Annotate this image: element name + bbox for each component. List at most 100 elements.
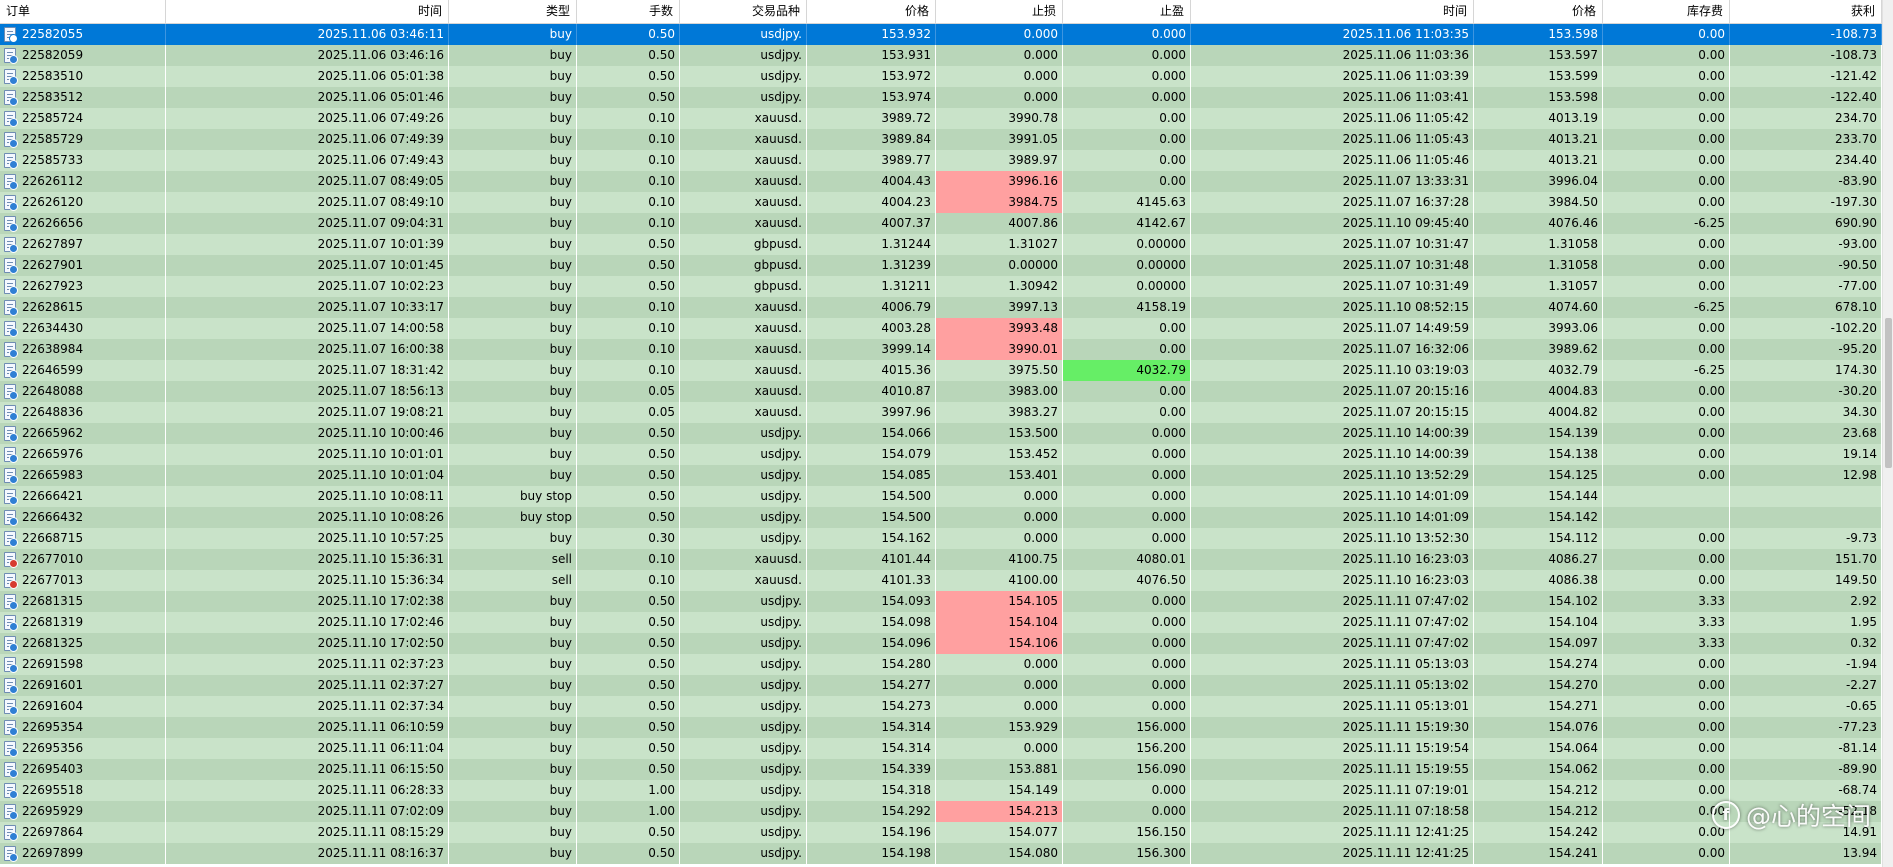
- cell-volume: 0.50: [577, 633, 680, 654]
- column-header-stop-loss[interactable]: 止损: [936, 0, 1063, 24]
- table-row[interactable]: 22626656 2025.11.07 09:04:31 buy 0.10 xauusd…: [0, 213, 1882, 234]
- table-row[interactable]: 22648836 2025.11.07 19:08:21 buy 0.05 xauusd…: [0, 402, 1882, 423]
- table-row[interactable]: 22665983 2025.11.10 10:01:04 buy 0.50 usdjpy…: [0, 465, 1882, 486]
- cell-symbol: usdjpy.: [680, 507, 807, 528]
- buy-order-icon: [4, 720, 18, 736]
- cell-stop-loss: 3983.27: [936, 402, 1063, 423]
- cell-take-profit: 0.000: [1063, 444, 1191, 465]
- table-row[interactable]: 22681325 2025.11.10 17:02:50 buy 0.50 usdjpy…: [0, 633, 1882, 654]
- cell-open-price: 154.277: [807, 675, 936, 696]
- table-row[interactable]: 22677010 2025.11.10 15:36:31 sell 0.10 xauus…: [0, 549, 1882, 570]
- order-number: 22646599: [22, 363, 84, 377]
- table-row[interactable]: 22695354 2025.11.11 06:10:59 buy 0.50 usdjpy…: [0, 717, 1882, 738]
- cell-volume: 0.50: [577, 843, 680, 864]
- cell-swap: 0.00: [1603, 150, 1730, 171]
- table-row[interactable]: 22695356 2025.11.11 06:11:04 buy 0.50 usdjpy…: [0, 738, 1882, 759]
- cell-type: buy: [449, 591, 577, 612]
- column-header-symbol[interactable]: 交易品种: [680, 0, 807, 24]
- column-header-swap[interactable]: 库存费: [1603, 0, 1730, 24]
- table-row[interactable]: 22665962 2025.11.10 10:00:46 buy 0.50 usdjpy…: [0, 423, 1882, 444]
- table-row[interactable]: 22697864 2025.11.11 08:15:29 buy 0.50 usdjpy…: [0, 822, 1882, 843]
- cell-take-profit: 0.000: [1063, 66, 1191, 87]
- table-row[interactable]: 22681315 2025.11.10 17:02:38 buy 0.50 usdjpy…: [0, 591, 1882, 612]
- cell-close-time: 2025.11.10 08:52:15: [1191, 297, 1474, 318]
- cell-close-time: 2025.11.07 13:33:31: [1191, 171, 1474, 192]
- buy-order-icon: [4, 426, 18, 442]
- cell-take-profit: 0.000: [1063, 654, 1191, 675]
- table-row[interactable]: 22648088 2025.11.07 18:56:13 buy 0.05 xauusd…: [0, 381, 1882, 402]
- cell-profit: -121.42: [1730, 66, 1882, 87]
- column-header-open-time[interactable]: 时间: [166, 0, 449, 24]
- cell-stop-loss: 154.106: [936, 633, 1063, 654]
- cell-open-time: 2025.11.07 10:01:39: [166, 234, 449, 255]
- cell-close-time: 2025.11.10 09:45:40: [1191, 213, 1474, 234]
- table-row[interactable]: 22665976 2025.11.10 10:01:01 buy 0.50 usdjpy…: [0, 444, 1882, 465]
- table-row[interactable]: 22666421 2025.11.10 10:08:11 buy stop 0.50 u…: [0, 486, 1882, 507]
- table-row[interactable]: 22634430 2025.11.07 14:00:58 buy 0.10 xauusd…: [0, 318, 1882, 339]
- cell-profit: -102.20: [1730, 318, 1882, 339]
- column-header-type[interactable]: 类型: [449, 0, 577, 24]
- column-header-volume[interactable]: 手数: [577, 0, 680, 24]
- table-row[interactable]: 22695518 2025.11.11 06:28:33 buy 1.00 usdjpy…: [0, 780, 1882, 801]
- table-row[interactable]: 22627923 2025.11.07 10:02:23 buy 0.50 gbpusd…: [0, 276, 1882, 297]
- cell-volume: 0.10: [577, 192, 680, 213]
- cell-profit: 690.90: [1730, 213, 1882, 234]
- column-header-take-profit[interactable]: 止盈: [1063, 0, 1191, 24]
- cell-close-price: 154.241: [1474, 843, 1603, 864]
- table-row[interactable]: 22585724 2025.11.06 07:49:26 buy 0.10 xauusd…: [0, 108, 1882, 129]
- table-row[interactable]: 22695929 2025.11.11 07:02:09 buy 1.00 usdjpy…: [0, 801, 1882, 822]
- cell-volume: 0.05: [577, 402, 680, 423]
- cell-close-time: 2025.11.07 16:32:06: [1191, 339, 1474, 360]
- table-row[interactable]: 22582055 2025.11.06 03:46:11 buy 0.50 usdjpy…: [0, 24, 1882, 45]
- table-row[interactable]: 22691604 2025.11.11 02:37:34 buy 0.50 usdjpy…: [0, 696, 1882, 717]
- table-row[interactable]: 22691601 2025.11.11 02:37:27 buy 0.50 usdjpy…: [0, 675, 1882, 696]
- table-row[interactable]: 22626112 2025.11.07 08:49:05 buy 0.10 xauusd…: [0, 171, 1882, 192]
- cell-open-time: 2025.11.07 10:02:23: [166, 276, 449, 297]
- cell-stop-loss: 3993.48: [936, 318, 1063, 339]
- cell-type: buy: [449, 45, 577, 66]
- table-row[interactable]: 22627901 2025.11.07 10:01:45 buy 0.50 gbpusd…: [0, 255, 1882, 276]
- table-row[interactable]: 22628615 2025.11.07 10:33:17 buy 0.10 xauusd…: [0, 297, 1882, 318]
- table-row[interactable]: 22638984 2025.11.07 16:00:38 buy 0.10 xauusd…: [0, 339, 1882, 360]
- cell-take-profit: 0.00000: [1063, 234, 1191, 255]
- cell-open-time: 2025.11.11 06:28:33: [166, 780, 449, 801]
- cell-symbol: xauusd.: [680, 402, 807, 423]
- table-row[interactable]: 22666432 2025.11.10 10:08:26 buy stop 0.50 u…: [0, 507, 1882, 528]
- cell-take-profit: 4032.79: [1063, 360, 1191, 381]
- table-row[interactable]: 22585733 2025.11.06 07:49:43 buy 0.10 xauusd…: [0, 150, 1882, 171]
- column-header-open-price[interactable]: 价格: [807, 0, 936, 24]
- cell-open-time: 2025.11.10 10:01:01: [166, 444, 449, 465]
- table-row[interactable]: 22646599 2025.11.07 18:31:42 buy 0.10 xauusd…: [0, 360, 1882, 381]
- column-header-order[interactable]: 订单: [0, 0, 166, 24]
- order-number: 22627923: [22, 279, 84, 293]
- table-row[interactable]: 22691598 2025.11.11 02:37:23 buy 0.50 usdjpy…: [0, 654, 1882, 675]
- column-header-close-time[interactable]: 时间: [1191, 0, 1474, 24]
- column-header-profit[interactable]: 获利: [1730, 0, 1882, 24]
- cell-symbol: usdjpy.: [680, 822, 807, 843]
- table-row[interactable]: 22677013 2025.11.10 15:36:34 sell 0.10 xauus…: [0, 570, 1882, 591]
- cell-volume: 0.50: [577, 591, 680, 612]
- table-row[interactable]: 22681319 2025.11.10 17:02:46 buy 0.50 usdjpy…: [0, 612, 1882, 633]
- table-row[interactable]: 22697899 2025.11.11 08:16:37 buy 0.50 usdjpy…: [0, 843, 1882, 864]
- vertical-scrollbar[interactable]: [1882, 0, 1893, 867]
- cell-order: 22681325: [0, 633, 166, 654]
- table-row[interactable]: 22627897 2025.11.07 10:01:39 buy 0.50 gbpusd…: [0, 234, 1882, 255]
- scrollbar-thumb[interactable]: [1885, 318, 1892, 468]
- table-row[interactable]: 22582059 2025.11.06 03:46:16 buy 0.50 usdjpy…: [0, 45, 1882, 66]
- column-header-close-price[interactable]: 价格: [1474, 0, 1603, 24]
- cell-profit: -90.50: [1730, 255, 1882, 276]
- cell-profit: 1.95: [1730, 612, 1882, 633]
- cell-close-price: 1.31057: [1474, 276, 1603, 297]
- cell-stop-loss: 3989.97: [936, 150, 1063, 171]
- table-row[interactable]: 22583510 2025.11.06 05:01:38 buy 0.50 usdjpy…: [0, 66, 1882, 87]
- table-row[interactable]: 22695403 2025.11.11 06:15:50 buy 0.50 usdjpy…: [0, 759, 1882, 780]
- cell-profit: 149.50: [1730, 570, 1882, 591]
- cell-open-price: 154.098: [807, 612, 936, 633]
- table-row[interactable]: 22668715 2025.11.10 10:57:25 buy 0.30 usdjpy…: [0, 528, 1882, 549]
- table-row[interactable]: 22583512 2025.11.06 05:01:46 buy 0.50 usdjpy…: [0, 87, 1882, 108]
- table-row[interactable]: 22626120 2025.11.07 08:49:10 buy 0.10 xauusd…: [0, 192, 1882, 213]
- order-number: 22626120: [22, 195, 84, 209]
- table-row[interactable]: 22585729 2025.11.06 07:49:39 buy 0.10 xauusd…: [0, 129, 1882, 150]
- cell-take-profit: 0.00000: [1063, 276, 1191, 297]
- cell-close-price: 4074.60: [1474, 297, 1603, 318]
